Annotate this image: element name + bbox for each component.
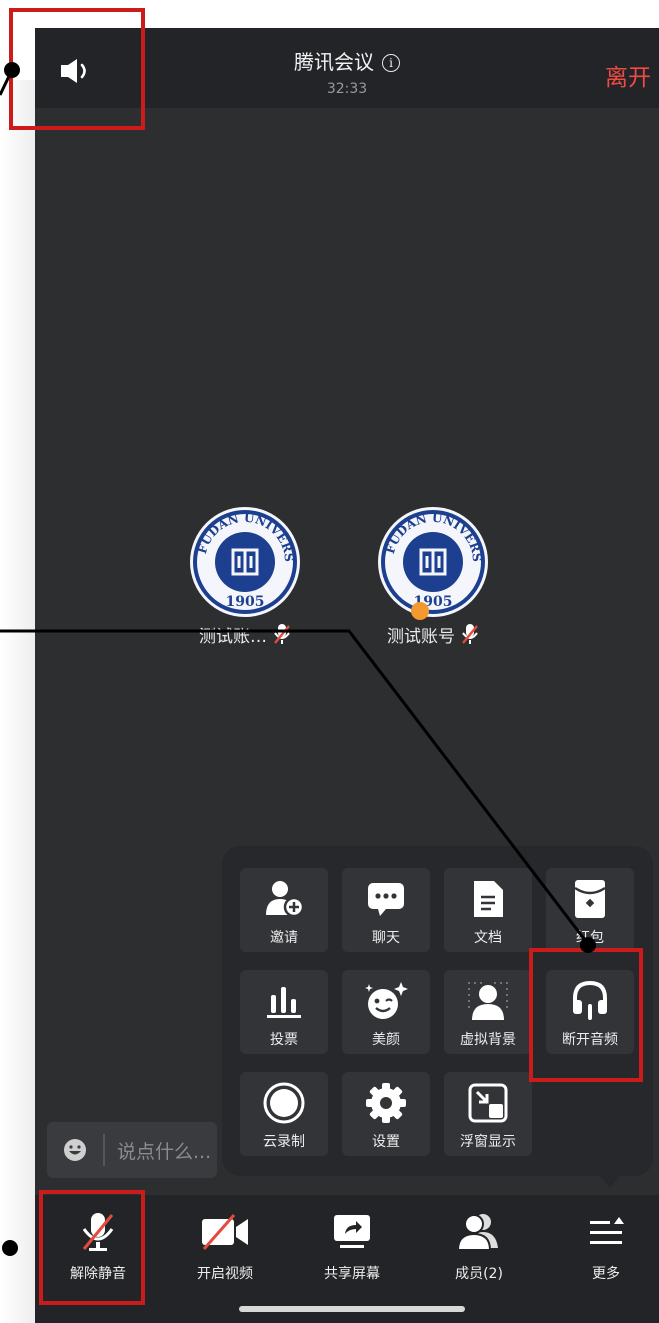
annotation-dot xyxy=(4,62,20,78)
annotation-dot xyxy=(2,1240,18,1256)
annotation-lines xyxy=(0,69,590,945)
annotation-line xyxy=(0,629,590,945)
annotation-dot xyxy=(580,937,596,953)
